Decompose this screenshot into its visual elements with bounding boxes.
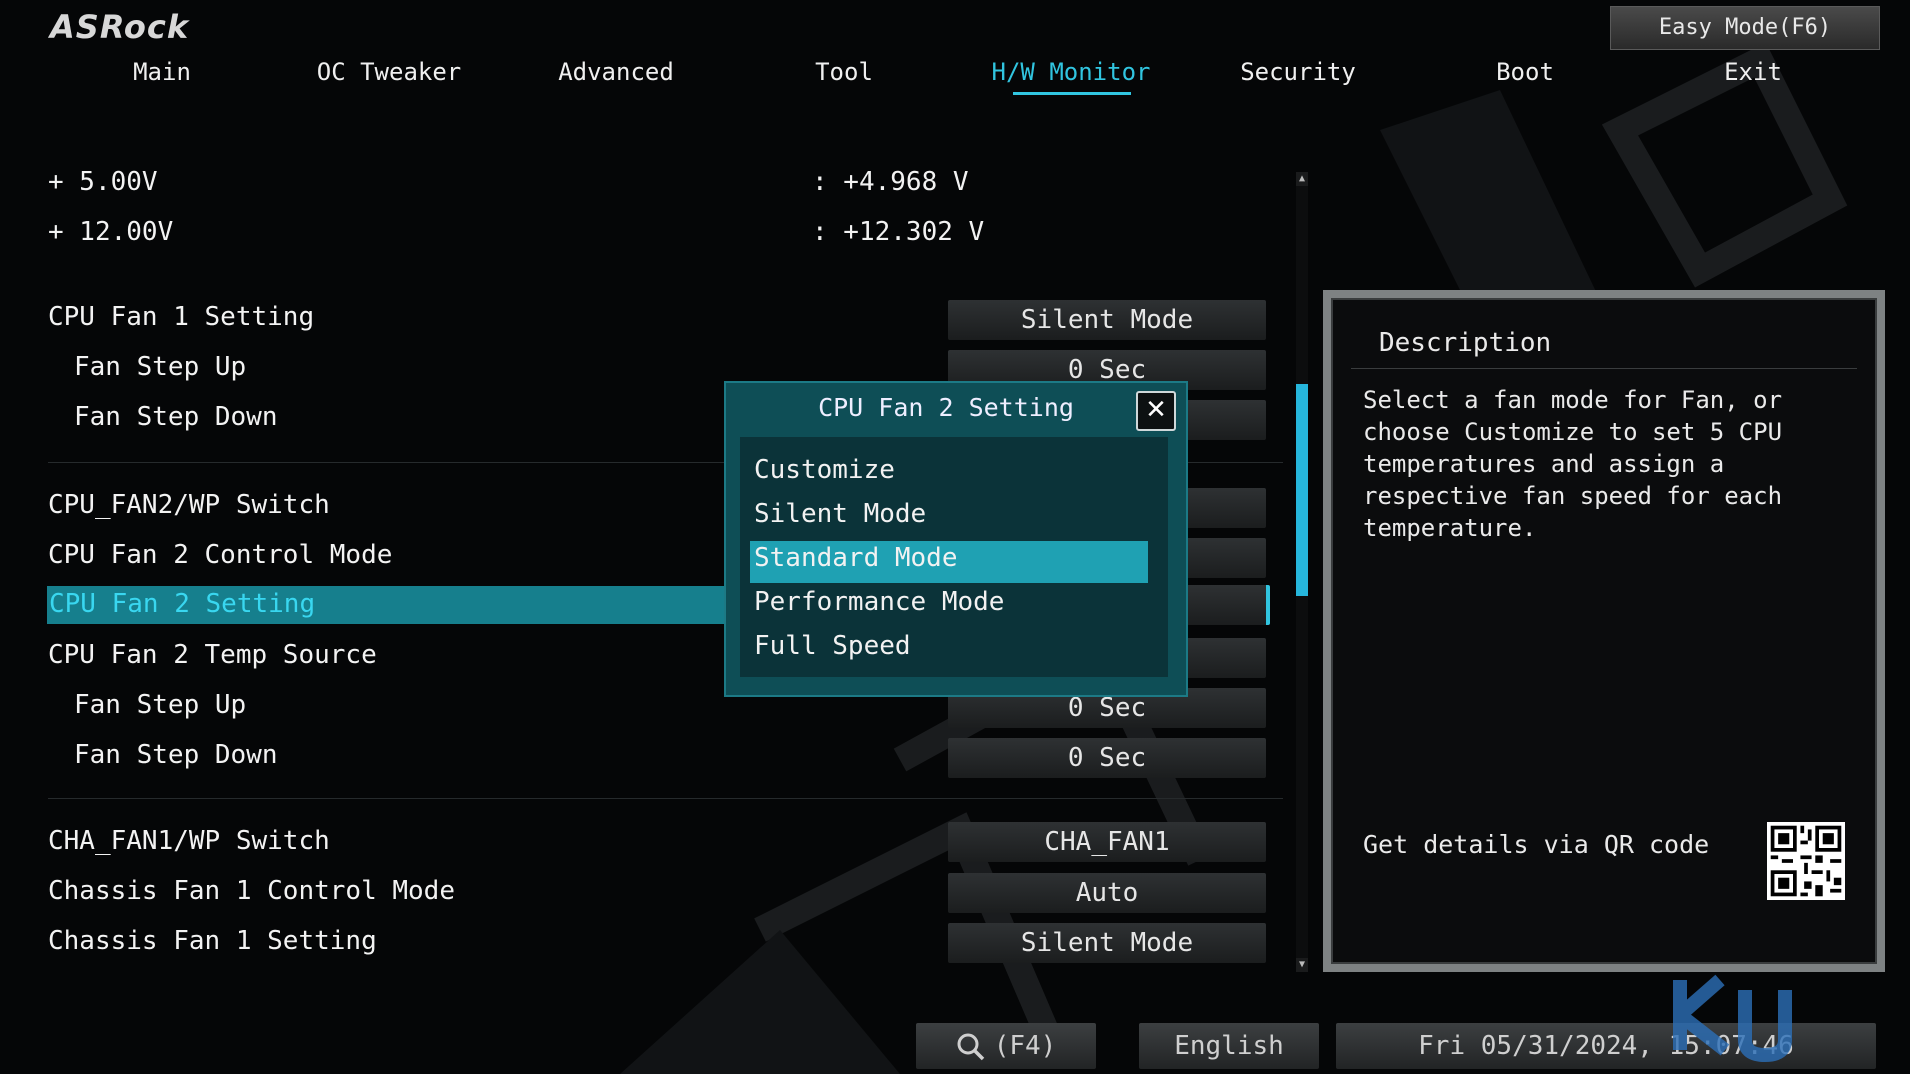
- tab-tool[interactable]: Tool: [815, 58, 873, 86]
- qr-label: Get details via QR code: [1363, 830, 1710, 859]
- popup-option-customize[interactable]: Customize: [754, 455, 895, 485]
- tab-hw-monitor[interactable]: H/W Monitor: [992, 58, 1151, 86]
- cpu-fan2-control-mode-label[interactable]: CPU Fan 2 Control Mode: [48, 540, 392, 570]
- tab-advanced[interactable]: Advanced: [558, 58, 674, 86]
- cha-fan1-setting-label[interactable]: Chassis Fan 1 Setting: [48, 926, 377, 956]
- popup-option-standard-mode[interactable]: Standard Mode: [754, 543, 958, 573]
- popup-title: CPU Fan 2 Setting: [818, 393, 1074, 422]
- close-icon[interactable]: ✕: [1136, 391, 1176, 431]
- active-tab-indicator: [1013, 92, 1131, 95]
- search-icon: [957, 1033, 984, 1060]
- cpu-fan2-setting-popup: CPU Fan 2 Setting ✕ Customize Silent Mod…: [724, 381, 1188, 697]
- scroll-up-arrow-icon[interactable]: ▲: [1296, 172, 1308, 186]
- tab-boot[interactable]: Boot: [1496, 58, 1554, 86]
- cpu-fan1-setting-label[interactable]: CPU Fan 1 Setting: [48, 302, 314, 332]
- popup-options-list: Customize Silent Mode Standard Mode Perf…: [740, 437, 1168, 677]
- search-shortcut-label: (F4): [993, 1031, 1057, 1061]
- cpu-fan2-switch-label[interactable]: CPU_FAN2/WP Switch: [48, 490, 330, 520]
- tab-main[interactable]: Main: [133, 58, 191, 86]
- cha-fan1-control-mode-label[interactable]: Chassis Fan 1 Control Mode: [48, 876, 455, 906]
- watermark-logo: [1673, 974, 1792, 1063]
- cpu-fan2-setting-label: CPU Fan 2 Setting: [49, 589, 316, 619]
- voltage-label-5v: + 5.00V: [48, 167, 158, 197]
- cha-fan1-setting-value[interactable]: Silent Mode: [948, 923, 1266, 963]
- voltage-label-12v: + 12.00V: [48, 217, 174, 247]
- cpu-fan1-step-up-label[interactable]: Fan Step Up: [74, 352, 246, 382]
- cha-fan1-switch-value[interactable]: CHA_FAN1: [948, 822, 1266, 862]
- asrock-logo: ASRock: [50, 8, 190, 46]
- cpu-fan2-step-down-label[interactable]: Fan Step Down: [74, 740, 278, 770]
- description-panel: Description Select a fan mode for Fan, o…: [1323, 290, 1885, 972]
- cha-fan1-switch-label[interactable]: CHA_FAN1/WP Switch: [48, 826, 330, 856]
- search-button[interactable]: (F4): [916, 1023, 1096, 1069]
- qr-code-icon: [1767, 822, 1845, 900]
- voltage-value-12v: : +12.302 V: [812, 217, 985, 247]
- cpu-fan2-step-up-label[interactable]: Fan Step Up: [74, 690, 246, 720]
- tab-security[interactable]: Security: [1240, 58, 1356, 86]
- tab-exit[interactable]: Exit: [1724, 58, 1782, 86]
- description-title: Description: [1379, 328, 1552, 358]
- cpu-fan1-step-down-label[interactable]: Fan Step Down: [74, 402, 278, 432]
- easy-mode-button[interactable]: Easy Mode(F6): [1610, 6, 1880, 50]
- tab-oc-tweaker[interactable]: OC Tweaker: [317, 58, 462, 86]
- cpu-fan2-step-down-value[interactable]: 0 Sec: [948, 738, 1266, 778]
- popup-option-full-speed[interactable]: Full Speed: [754, 631, 911, 661]
- popup-option-performance-mode[interactable]: Performance Mode: [754, 587, 1004, 617]
- description-divider: [1351, 368, 1857, 369]
- cpu-fan2-setting-row-selected[interactable]: CPU Fan 2 Setting: [47, 586, 767, 624]
- scrollbar-thumb[interactable]: [1296, 384, 1308, 596]
- language-button[interactable]: English: [1139, 1023, 1319, 1069]
- cpu-fan2-temp-source-label[interactable]: CPU Fan 2 Temp Source: [48, 640, 377, 670]
- voltage-value-5v: : +4.968 V: [812, 167, 969, 197]
- top-nav: Main OC Tweaker Advanced Tool H/W Monito…: [0, 58, 1910, 102]
- cpu-fan1-setting-value[interactable]: Silent Mode: [948, 300, 1266, 340]
- scroll-down-arrow-icon[interactable]: ▼: [1296, 958, 1308, 972]
- section-divider: [48, 798, 1283, 799]
- popup-option-silent-mode[interactable]: Silent Mode: [754, 499, 926, 529]
- description-text: Select a fan mode for Fan, or choose Cus…: [1363, 386, 1783, 542]
- cha-fan1-control-mode-value[interactable]: Auto: [948, 873, 1266, 913]
